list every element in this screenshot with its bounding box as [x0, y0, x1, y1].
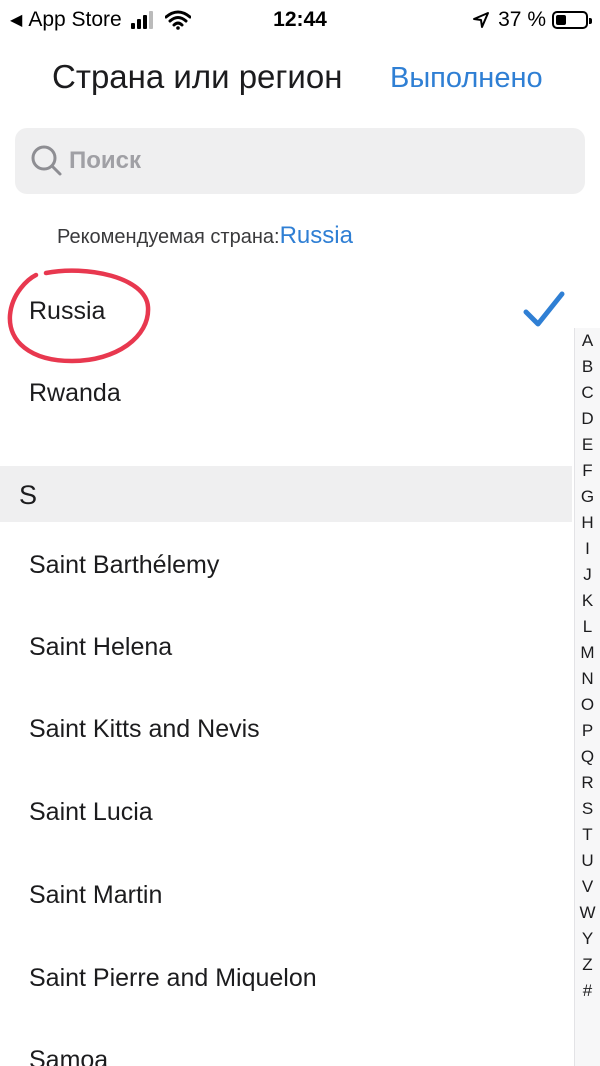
- index-letter[interactable]: M: [575, 640, 600, 666]
- country-label: Saint Pierre and Miquelon: [29, 964, 317, 992]
- index-letter[interactable]: N: [575, 666, 600, 692]
- battery-icon: [552, 11, 592, 29]
- list-item-rwanda[interactable]: Rwanda: [0, 352, 572, 434]
- list-item[interactable]: Saint Kitts and Nevis: [0, 688, 572, 770]
- index-letter[interactable]: D: [575, 406, 600, 432]
- index-letter[interactable]: I: [575, 536, 600, 562]
- country-label: Saint Helena: [29, 633, 173, 661]
- country-label: Rwanda: [29, 379, 121, 407]
- country-label: Saint Martin: [29, 881, 163, 909]
- status-bar: ◀ App Store 12:44 37 %: [0, 0, 600, 40]
- recommended-country: Рекомендуемая страна:Russia: [57, 222, 353, 250]
- index-letter[interactable]: A: [575, 328, 600, 354]
- index-letter[interactable]: P: [575, 718, 600, 744]
- section-header: S: [0, 466, 572, 522]
- index-letter[interactable]: Y: [575, 926, 600, 952]
- search-bar[interactable]: [15, 128, 585, 194]
- battery-percent: 37 %: [498, 8, 546, 31]
- list-item[interactable]: Saint Martin: [0, 854, 572, 936]
- search-icon: [31, 145, 62, 176]
- list-item[interactable]: Saint Helena: [0, 606, 572, 688]
- checkmark-icon: [523, 291, 565, 327]
- index-letter[interactable]: T: [575, 822, 600, 848]
- index-letter[interactable]: C: [575, 380, 600, 406]
- country-label: Samoa: [29, 1046, 109, 1066]
- location-arrow-icon: [473, 12, 490, 28]
- index-letter[interactable]: S: [575, 796, 600, 822]
- index-letter[interactable]: J: [575, 562, 600, 588]
- section-index[interactable]: A B C D E F G H I J K L M N O P Q R S T U V W Y Z #: [574, 328, 600, 1066]
- list-item-russia[interactable]: Russia: [0, 270, 572, 352]
- list-item[interactable]: Saint Barthélemy: [0, 524, 572, 606]
- index-letter[interactable]: F: [575, 458, 600, 484]
- index-letter[interactable]: B: [575, 354, 600, 380]
- list-item[interactable]: Saint Lucia: [0, 771, 572, 853]
- index-letter[interactable]: #: [575, 978, 600, 1004]
- screen: ◀ App Store 12:44 37 % Страна или регион…: [0, 0, 600, 1066]
- index-letter[interactable]: O: [575, 692, 600, 718]
- index-letter[interactable]: L: [575, 614, 600, 640]
- index-letter[interactable]: G: [575, 484, 600, 510]
- country-label: Saint Lucia: [29, 798, 153, 826]
- recommended-value[interactable]: Russia: [280, 222, 353, 249]
- index-letter[interactable]: E: [575, 432, 600, 458]
- index-letter[interactable]: W: [575, 900, 600, 926]
- search-input[interactable]: [69, 147, 549, 175]
- index-letter[interactable]: Z: [575, 952, 600, 978]
- country-label: Saint Barthélemy: [29, 551, 220, 579]
- index-letter[interactable]: K: [575, 588, 600, 614]
- index-letter[interactable]: H: [575, 510, 600, 536]
- recommended-label: Рекомендуемая страна:: [57, 226, 280, 248]
- country-label: Russia: [29, 297, 106, 325]
- index-letter[interactable]: Q: [575, 744, 600, 770]
- section-letter: S: [19, 480, 38, 510]
- done-button[interactable]: Выполнено: [390, 62, 543, 95]
- index-letter[interactable]: U: [575, 848, 600, 874]
- list-item[interactable]: Samoa: [0, 1019, 572, 1066]
- country-label: Saint Kitts and Nevis: [29, 715, 260, 743]
- list-item[interactable]: Saint Pierre and Miquelon: [0, 937, 572, 1019]
- index-letter[interactable]: R: [575, 770, 600, 796]
- page-title: Страна или регион: [52, 58, 343, 95]
- status-right: 37 %: [472, 8, 592, 32]
- index-letter[interactable]: V: [575, 874, 600, 900]
